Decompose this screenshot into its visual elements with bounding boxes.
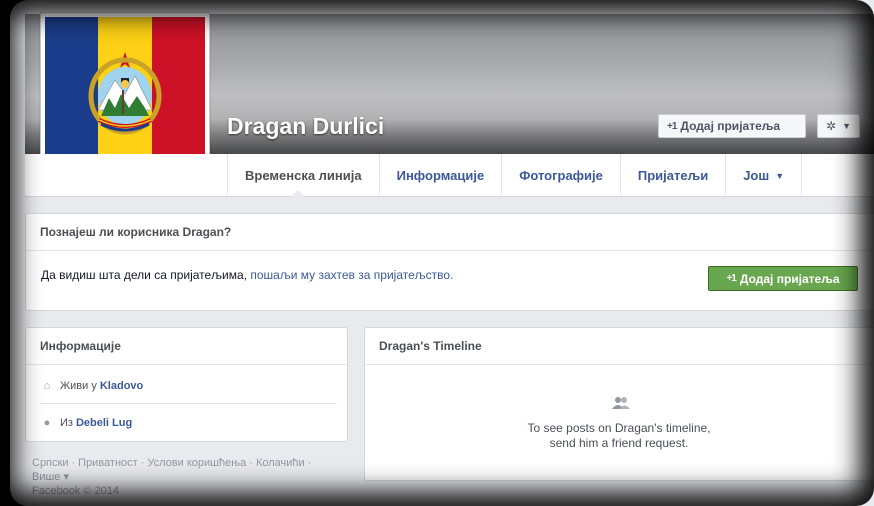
tab-photos[interactable]: Фотографије — [501, 154, 620, 197]
from-link[interactable]: Debeli Lug — [76, 417, 132, 429]
info-box: Информације ⌂ Живи у Kladovo ● Из Debeli… — [25, 327, 348, 442]
send-friend-request-link[interactable]: пошаљи му захтев за пријатељство. — [250, 268, 453, 282]
tab-about[interactable]: Информације — [378, 154, 502, 197]
tab-friends[interactable]: Пријатељи — [619, 154, 725, 197]
friends-icon — [612, 397, 630, 409]
from-row: ● Из Debeli Lug — [40, 413, 133, 433]
chevron-down-icon: ▾ — [63, 471, 70, 483]
timeline-title: Dragan's Timeline — [365, 328, 874, 365]
plus-one-icon: +1 — [726, 273, 736, 284]
profile-page: Dragan Durlici +1 Додај пријатеља ✲ ▼ Вр… — [10, 0, 874, 506]
active-tab-pointer — [291, 190, 305, 197]
footer-link-terms[interactable]: Услови коришћења — [147, 457, 246, 469]
footer-link-more[interactable]: Више — [32, 471, 60, 483]
add-friend-label: Додај пријатеља — [680, 119, 781, 133]
plus-one-icon: +1 — [667, 120, 677, 132]
chevron-down-icon: ▼ — [775, 170, 785, 181]
know-person-box: Познајеш ли корисника Dragan? Да видиш ш… — [25, 213, 874, 311]
location-pin-icon: ● — [43, 417, 51, 429]
add-friend-button-header[interactable]: +1 Додај пријатеља — [658, 114, 806, 138]
footer: Српски · Приватност · Услови коришћења · Колач… — [32, 456, 332, 498]
profile-tabbar: Временска линија Информације Фотографије… — [25, 154, 874, 197]
profile-name: Dragan Durlici — [227, 113, 385, 139]
flag-image — [45, 17, 205, 175]
info-title: Информације — [26, 328, 347, 365]
lives-in-row: ⌂ Живи у Kladovo — [40, 376, 144, 396]
timeline-box: Dragan's Timeline To see posts on Dragan… — [364, 327, 874, 481]
tab-more[interactable]: Још ▼ — [725, 154, 803, 197]
lives-in-link[interactable]: Kladovo — [100, 380, 143, 392]
settings-menu-button[interactable]: ✲ ▼ — [817, 114, 860, 138]
home-icon: ⌂ — [43, 380, 51, 392]
add-friend-button[interactable]: +1 Додај пријатеља — [708, 266, 858, 291]
footer-link-language[interactable]: Српски — [32, 457, 68, 469]
know-person-text: Да видиш шта дели са пријатељима, — [41, 268, 248, 282]
chevron-down-icon: ▼ — [842, 121, 851, 131]
gear-icon: ✲ — [826, 119, 837, 133]
timeline-message: To see posts on Dragan's timeline, send … — [527, 421, 711, 450]
know-person-title: Познајеш ли корисника Dragan? — [26, 214, 874, 251]
footer-copyright: Facebook © 2014 — [32, 485, 119, 497]
coat-of-arms-icon — [88, 52, 162, 135]
footer-link-cookies[interactable]: Колачићи — [256, 457, 305, 469]
footer-link-privacy[interactable]: Приватност — [78, 457, 138, 469]
